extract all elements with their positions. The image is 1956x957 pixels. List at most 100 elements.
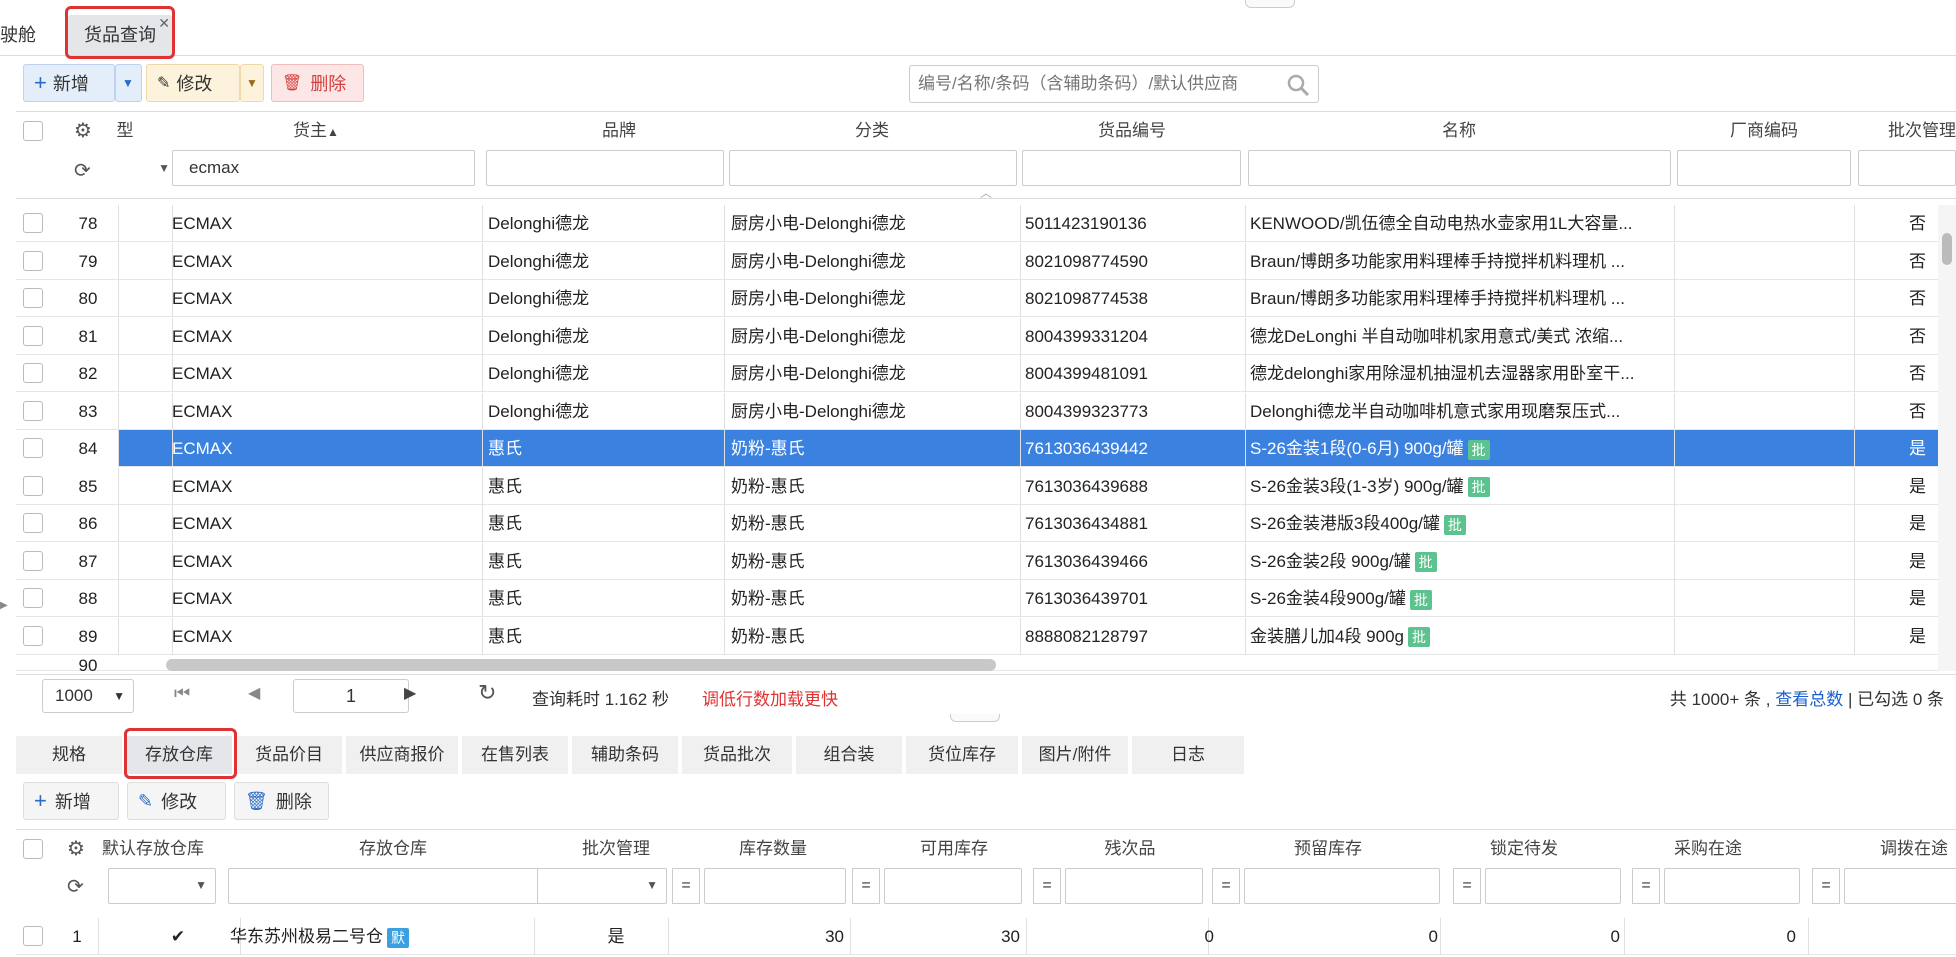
sub-filter-input[interactable]: ▼ [537, 868, 667, 904]
bottom-tab[interactable]: 规格 [16, 736, 124, 774]
view-total-link[interactable]: 查看总数 [1775, 690, 1843, 709]
search-icon[interactable] [1286, 73, 1310, 97]
gear-icon[interactable]: ⚙ [74, 118, 92, 143]
sub-header-default[interactable]: 默认存放仓库 [102, 830, 238, 868]
header-name[interactable]: 名称 [1245, 112, 1673, 150]
bottom-tab[interactable]: 货品价目 [236, 736, 344, 774]
refresh-icon[interactable]: ⟳ [67, 874, 84, 899]
table-row[interactable]: 82 ECMAX Delonghi德龙 厨房小电-Delonghi德龙 80043994… [16, 355, 1940, 392]
row-checkbox[interactable] [23, 550, 43, 571]
row-checkbox[interactable] [23, 288, 43, 308]
sub-header-transfer[interactable]: 调拨在途 [1808, 830, 1948, 868]
refresh-icon[interactable]: ⟳ [74, 158, 91, 183]
equals-operator[interactable]: = [852, 868, 880, 904]
row-checkbox[interactable] [23, 438, 43, 458]
header-category[interactable]: 分类 [725, 112, 1019, 150]
next-page-icon[interactable]: ▶ [404, 683, 416, 703]
filter-category-input[interactable] [729, 150, 1017, 186]
sub-table-row[interactable]: 1 ✔ 华东苏州极易二号仓默 是 30 30 0 0 0 0 [16, 918, 1956, 955]
filter-brand-input[interactable] [486, 150, 724, 186]
bottom-tab[interactable]: 组合装 [796, 736, 904, 774]
equals-operator[interactable]: = [672, 868, 700, 904]
row-checkbox[interactable] [23, 926, 43, 946]
bottom-tab[interactable]: 日志 [1132, 736, 1246, 774]
sub-filter-input[interactable]: ▼ [108, 868, 216, 904]
collapse-top-handle[interactable] [1245, 0, 1295, 8]
edit-button[interactable]: ✎ 修改 [146, 64, 240, 102]
row-checkbox[interactable] [23, 588, 43, 608]
sub-select-all-checkbox[interactable] [23, 839, 43, 859]
table-row[interactable]: 83 ECMAX Delonghi德龙 厨房小电-Delonghi德龙 80043993… [16, 392, 1940, 430]
reload-icon[interactable]: ↻ [478, 680, 496, 706]
bottom-tab[interactable]: 辅助条码 [572, 736, 680, 774]
table-row[interactable]: 79 ECMAX Delonghi德龙 厨房小电-Delonghi德龙 80210987… [16, 242, 1940, 280]
select-all-checkbox[interactable] [23, 121, 43, 141]
filter-batch-input[interactable] [1858, 150, 1956, 186]
header-batch[interactable]: 批次管理 [1854, 112, 1956, 150]
sub-filter-input[interactable] [884, 868, 1022, 904]
bottom-tab[interactable]: 在售列表 [462, 736, 570, 774]
scroll-thumb[interactable] [1942, 233, 1952, 265]
filter-name-input[interactable] [1248, 150, 1671, 186]
equals-operator[interactable]: = [1812, 868, 1840, 904]
table-row[interactable]: 88 ECMAX 惠氏 奶粉-惠氏 7613036439701 S-26金装4段900g/… [16, 580, 1940, 617]
gear-icon[interactable]: ⚙ [67, 836, 85, 861]
bottom-tab[interactable]: 货位库存 [906, 736, 1020, 774]
horizontal-scrollbar[interactable] [166, 659, 996, 671]
table-row[interactable]: 78 ECMAX Delonghi德龙 厨房小电-Delonghi德龙 50114231… [16, 205, 1940, 242]
bottom-tab[interactable]: 供应商报价 [346, 736, 460, 774]
sub-filter-input[interactable] [1244, 868, 1440, 904]
sub-filter-input[interactable] [704, 868, 846, 904]
sub-filter-input[interactable] [228, 868, 544, 904]
delete-button[interactable]: 🗑 删除 [271, 64, 364, 102]
equals-operator[interactable]: = [1632, 868, 1660, 904]
filter-code-input[interactable] [1022, 150, 1241, 186]
equals-operator[interactable]: = [1453, 868, 1481, 904]
filter-mfr-input[interactable] [1677, 150, 1851, 186]
sub-filter-input[interactable] [1485, 868, 1621, 904]
sub-header-locked[interactable]: 锁定待发 [1440, 830, 1608, 868]
sub-filter-input[interactable] [1844, 868, 1956, 904]
header-brand[interactable]: 品牌 [483, 112, 755, 150]
sub-filter-input[interactable] [1065, 868, 1203, 904]
equals-operator[interactable]: = [1212, 868, 1240, 904]
add-button[interactable]: + 新增 [23, 64, 115, 102]
collapse-filter-icon[interactable]: ︿ [980, 184, 992, 201]
sub-delete-button[interactable]: 🗑 删除 [234, 782, 329, 820]
sub-header-warehouse[interactable]: 存放仓库 [240, 830, 546, 868]
row-checkbox[interactable] [23, 250, 43, 271]
equals-operator[interactable]: = [1033, 868, 1061, 904]
sub-header-reserved[interactable]: 预留库存 [1210, 830, 1446, 868]
filter-owner-input[interactable]: ecmax [172, 150, 475, 186]
row-checkbox[interactable] [23, 325, 43, 346]
sub-edit-button[interactable]: ✎ 修改 [127, 782, 226, 820]
table-row[interactable]: 81 ECMAX Delonghi德龙 厨房小电-Delonghi德龙 80043993… [16, 317, 1940, 355]
sub-add-button[interactable]: + 新增 [23, 782, 119, 820]
row-checkbox[interactable] [23, 363, 43, 383]
splitter-handle[interactable] [950, 714, 1000, 722]
sub-header-purchasing[interactable]: 采购在途 [1624, 830, 1792, 868]
vertical-scrollbar[interactable] [1938, 205, 1956, 671]
search-box[interactable] [909, 65, 1319, 103]
page-number-input[interactable]: 1 [293, 679, 409, 713]
sub-header-stock[interactable]: 库存数量 [668, 830, 878, 868]
prev-page-icon[interactable]: ◀ [248, 683, 260, 703]
table-row[interactable]: 89 ECMAX 惠氏 奶粉-惠氏 8888082128797 金装膳儿加4段 900g 批… [16, 617, 1940, 655]
row-checkbox[interactable] [23, 625, 43, 646]
header-mfr-code[interactable]: 厂商编码 [1674, 112, 1854, 150]
table-row[interactable]: 85 ECMAX 惠氏 奶粉-惠氏 7613036439688 S-26金装3段(1-3岁… [16, 467, 1940, 505]
table-row[interactable]: 80 ECMAX Delonghi德龙 厨房小电-Delonghi德龙 80210987… [16, 280, 1940, 317]
tab-cockpit[interactable]: 驶舱 [0, 15, 52, 55]
table-row[interactable]: 86 ECMAX 惠氏 奶粉-惠氏 7613036434881 S-26金装港版3段400… [16, 505, 1940, 542]
row-checkbox[interactable] [23, 213, 43, 233]
header-owner[interactable]: 货主▲ [168, 112, 464, 150]
search-input[interactable] [918, 71, 1268, 97]
sub-header-defective[interactable]: 残次品 [1026, 830, 1234, 868]
page-size-select[interactable]: 1000 ▼ [42, 679, 134, 713]
filter-partial[interactable]: ▼ [118, 152, 178, 188]
bottom-tab[interactable]: 图片/附件 [1022, 736, 1130, 774]
table-row[interactable]: 87 ECMAX 惠氏 奶粉-惠氏 7613036439466 S-26金装2段 900g… [16, 542, 1940, 580]
row-checkbox[interactable] [23, 400, 43, 421]
add-dropdown-button[interactable]: ▼ [115, 64, 142, 102]
bottom-tab[interactable]: 货品批次 [682, 736, 794, 774]
